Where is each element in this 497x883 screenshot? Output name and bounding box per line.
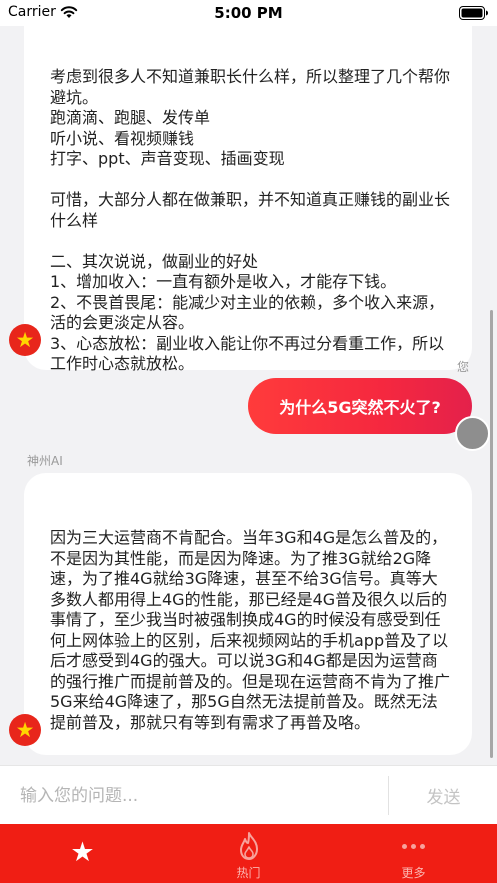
ai-avatar: ★ [9, 714, 41, 746]
chat-message-list[interactable]: 考虑到很多人不知道兼职长什么样，所以整理了几个帮你避坑。 跑滴滴、跑腿、发传单 … [0, 26, 497, 765]
ai-message-bubble: 因为三大运营商不肯配合。当年3G和4G是怎么普及的，不是因为其性能，而是因为降速… [24, 473, 472, 755]
more-dots-icon [331, 836, 496, 856]
star-icon: ★ [15, 327, 35, 352]
tab-favorites[interactable]: ★ [0, 824, 165, 883]
user-avatar [455, 416, 490, 451]
question-input[interactable] [20, 784, 370, 808]
status-bar: Carrier 5:00 PM [0, 0, 497, 26]
ai-message-text: 因为三大运营商不肯配合。当年3G和4G是怎么普及的，不是因为其性能，而是因为降速… [50, 528, 451, 732]
star-icon: ★ [70, 837, 95, 868]
ai-message-text: 考虑到很多人不知道兼职长什么样，所以整理了几个帮你避坑。 跑滴滴、跑腿、发传单 … [50, 67, 451, 373]
input-bar: 发送 [0, 765, 497, 824]
scrollbar[interactable] [490, 310, 493, 758]
send-button[interactable]: 发送 [390, 766, 497, 825]
tab-more-label: 更多 [401, 866, 426, 880]
user-sender-name: 您 [456, 360, 469, 374]
flame-icon [166, 832, 331, 860]
ai-message-bubble: 考虑到很多人不知道兼职长什么样，所以整理了几个帮你避坑。 跑滴滴、跑腿、发传单 … [24, 26, 472, 373]
user-message-text: 为什么5G突然不火了? [279, 398, 441, 417]
tab-bar: ★ 热门 更多 [0, 824, 497, 883]
tab-more[interactable]: 更多 [331, 824, 496, 883]
star-icon: ★ [15, 717, 35, 742]
status-time: 5:00 PM [214, 4, 283, 22]
ai-avatar: ★ [9, 324, 41, 356]
user-message-bubble: 为什么5G突然不火了? [248, 378, 472, 434]
battery-icon [459, 6, 488, 20]
tab-hot[interactable]: 热门 [166, 824, 331, 883]
tab-hot-label: 热门 [236, 866, 261, 880]
input-divider [388, 776, 389, 815]
ai-sender-name: 神州AI [27, 454, 63, 468]
